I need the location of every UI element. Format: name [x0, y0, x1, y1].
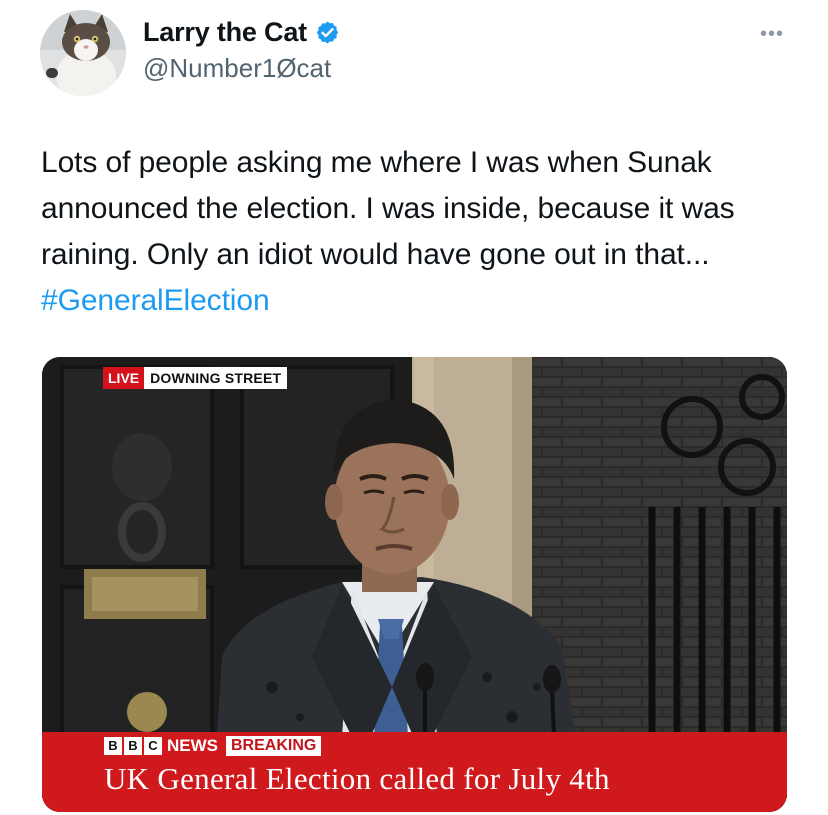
cat-avatar-icon: [40, 10, 126, 96]
verified-badge-icon[interactable]: [315, 20, 340, 45]
bbc-logo-block-3: C: [144, 737, 162, 755]
tweet-media-image[interactable]: LIVE DOWNING STREET B B C NEWS BREAKING …: [42, 357, 787, 812]
hashtag-link[interactable]: #GeneralElection: [41, 284, 270, 317]
user-name-row: Larry the Cat: [143, 14, 340, 50]
breaking-badge: BREAKING: [226, 736, 322, 756]
tweet-body: Lots of people asking me where I was whe…: [41, 146, 735, 271]
live-badge: LIVE: [103, 367, 145, 389]
news-headline: UK General Election called for July 4th: [104, 761, 610, 796]
live-location-strip: LIVE DOWNING STREET: [103, 367, 288, 389]
bbc-news-branding: B B C NEWS BREAKING: [104, 735, 322, 757]
bbc-logo-block-1: B: [104, 737, 122, 755]
location-label: DOWNING STREET: [144, 367, 288, 389]
tweet-text: Lots of people asking me where I was whe…: [41, 140, 801, 324]
bbc-logo-block-2: B: [124, 737, 142, 755]
user-handle[interactable]: @Number1Øcat: [143, 53, 331, 84]
avatar[interactable]: [40, 10, 126, 96]
news-label: NEWS: [167, 736, 218, 755]
display-name[interactable]: Larry the Cat: [143, 17, 307, 48]
more-options-icon[interactable]: •••: [760, 24, 784, 44]
